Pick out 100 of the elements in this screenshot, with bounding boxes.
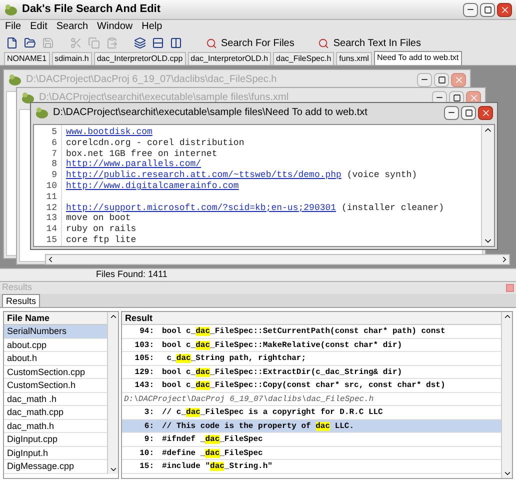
- panel-tab[interactable]: Results: [2, 294, 40, 307]
- close-icon: [500, 4, 510, 14]
- document-tab[interactable]: Need To add to web.txt: [374, 51, 462, 65]
- search-button[interactable]: Search For Files: [206, 36, 294, 50]
- file-path-row[interactable]: D:\DACProject\DacProj 6_19_07\daclibs\dac_FileSpec.h: [122, 392, 501, 406]
- line-number: 14: [46, 224, 57, 235]
- url-link[interactable]: http://www.parallels.com/: [66, 159, 202, 170]
- line-number: 143:: [134, 380, 155, 392]
- line-number: 8: [52, 159, 57, 170]
- square-icon: [464, 108, 472, 116]
- url-link[interactable]: http://www.digitalcamerainfo.com: [66, 180, 239, 192]
- url-link[interactable]: www.bootdisk.com: [66, 127, 152, 138]
- document-tab[interactable]: dac_InterpretorOLD.h: [188, 52, 272, 65]
- horizontal-scrollbar[interactable]: [45, 254, 510, 265]
- document-tab[interactable]: funs.xml: [336, 52, 372, 65]
- line-number: 10:: [138, 448, 155, 459]
- scroll-up-icon[interactable]: [108, 312, 118, 321]
- new-file-icon[interactable]: [6, 37, 18, 49]
- menu-item[interactable]: Help: [142, 19, 162, 34]
- line-number: 129:: [134, 366, 155, 378]
- search-icon: [206, 38, 217, 48]
- vertical-scrollbar[interactable]: [107, 312, 118, 474]
- square-icon: [452, 94, 460, 102]
- close-icon: [454, 74, 464, 84]
- document-tab[interactable]: dac_FileSpec.h: [273, 52, 334, 65]
- line-number: 5: [52, 127, 57, 138]
- line-number: 105:: [134, 353, 155, 364]
- search-icon: [318, 38, 330, 48]
- menu-item[interactable]: Search: [56, 19, 88, 34]
- result-row[interactable]: 129: bool c_dac_FileSpec::ExtractDir(c_dac_String& dir): [122, 366, 501, 379]
- code-line: (installer cleaner): [340, 202, 444, 214]
- line-number: 11: [46, 192, 57, 203]
- line-number: 6: [52, 138, 57, 149]
- rows-icon[interactable]: [152, 37, 164, 49]
- line-number: 13: [46, 213, 57, 224]
- line-number: 15: [46, 234, 57, 246]
- code-line: bool c_dac_FileSpec::SetCurrentPath(const char* path) const: [162, 326, 446, 338]
- code-line: (voice synth): [346, 170, 418, 181]
- minimize-button[interactable]: [417, 72, 432, 86]
- panel-title: Results: [2, 281, 32, 294]
- column-header[interactable]: File Name: [4, 312, 107, 325]
- document-title: D:\DACProject\DacProj 6_19_07\daclibs\dac_FileSpec.h: [26, 73, 277, 87]
- maximize-button[interactable]: [461, 106, 476, 120]
- code-line: box.net 1GB free on internet: [66, 148, 218, 160]
- result-row[interactable]: 94: bool c_dac_FileSpec::SetCurrentPath(const char* path) const: [122, 325, 501, 338]
- result-row[interactable]: 103: bool c_dac_FileSpec::MakeRelative(const char* dir): [122, 338, 501, 352]
- file-list-item[interactable]: SerialNumbers: [4, 325, 107, 338]
- app-logo-icon: [21, 92, 35, 104]
- line-number: 94:: [138, 326, 155, 338]
- status-text: Files Found: 1411: [96, 268, 168, 282]
- close-button[interactable]: [478, 106, 493, 120]
- minimize-button[interactable]: [444, 106, 459, 120]
- column-header[interactable]: Result: [122, 312, 501, 325]
- app-logo-icon: [35, 106, 49, 118]
- line-number: 10: [46, 180, 57, 192]
- code-line: corelcdn.org - corel distribution: [66, 138, 244, 149]
- vertical-scrollbar[interactable]: [501, 312, 512, 478]
- scroll-up-icon[interactable]: [502, 312, 512, 321]
- stacked-windows-icon[interactable]: [134, 37, 146, 49]
- code-line: ruby on rails: [66, 224, 136, 235]
- code-line: core ftp lite: [66, 234, 136, 246]
- app-logo-icon: [4, 4, 18, 16]
- result-row[interactable]: 15: #include "dac_String.h": [122, 460, 501, 474]
- scroll-right-icon[interactable]: [500, 255, 509, 264]
- line-number: 6:: [143, 420, 155, 432]
- line-number: 3:: [143, 407, 155, 418]
- document-title: D:\DACProject\searchit\executable\sample files\funs.xml: [39, 91, 289, 105]
- search-button[interactable]: Search Text In Files: [318, 36, 421, 50]
- line-number: 7: [52, 148, 57, 160]
- url-link[interactable]: http://support.microsoft.com/?scid=kb;en-us;290301: [66, 202, 336, 214]
- code-line: bool c_dac_FileSpec::Copy(const char* src, const char* dst): [162, 380, 446, 392]
- close-button[interactable]: [497, 2, 512, 16]
- vertical-scrollbar[interactable]: [481, 125, 494, 246]
- document-tab[interactable]: sdimain.h: [52, 52, 92, 65]
- code-line: #include "dac_String.h": [162, 461, 272, 472]
- square-icon: [438, 76, 446, 84]
- folder-icon[interactable]: [24, 37, 36, 49]
- document-tab[interactable]: NONAME1: [4, 52, 50, 65]
- line-number: 9: [52, 170, 57, 181]
- code-line: bool c_dac_FileSpec::ExtractDir(c_dac_String& dir): [162, 366, 402, 378]
- line-number: 15:: [138, 461, 155, 472]
- text-editor[interactable]: [33, 124, 495, 247]
- document-tab[interactable]: dac_InterpretorOLD.cpp: [94, 52, 186, 65]
- result-row[interactable]: 6: // This code is the property of dac LLC.: [122, 420, 501, 433]
- code-line: bool c_dac_FileSpec::MakeRelative(const char* dir): [162, 340, 402, 351]
- menu-item[interactable]: Window: [97, 19, 133, 34]
- document-title: D:\DACProject\searchit\executable\sample files\Need To add to web.txt: [53, 106, 368, 120]
- line-number: 12: [46, 202, 57, 214]
- maximize-button[interactable]: [434, 72, 449, 86]
- url-link[interactable]: http://public.research.att.com/~ttsweb/tts/demo.php: [66, 170, 342, 181]
- result-row[interactable]: 143: bool c_dac_FileSpec::Copy(const char* src, const char* dst): [122, 379, 501, 392]
- columns-icon[interactable]: [170, 37, 182, 49]
- maximize-button[interactable]: [480, 2, 495, 16]
- menu-item[interactable]: Edit: [30, 19, 48, 34]
- minimize-button[interactable]: [463, 2, 478, 16]
- app-logo-icon: [8, 74, 22, 86]
- square-icon: [484, 6, 492, 14]
- scroll-left-icon[interactable]: [46, 255, 55, 264]
- scroll-down-icon[interactable]: [502, 469, 512, 478]
- menu-item[interactable]: File: [5, 19, 22, 34]
